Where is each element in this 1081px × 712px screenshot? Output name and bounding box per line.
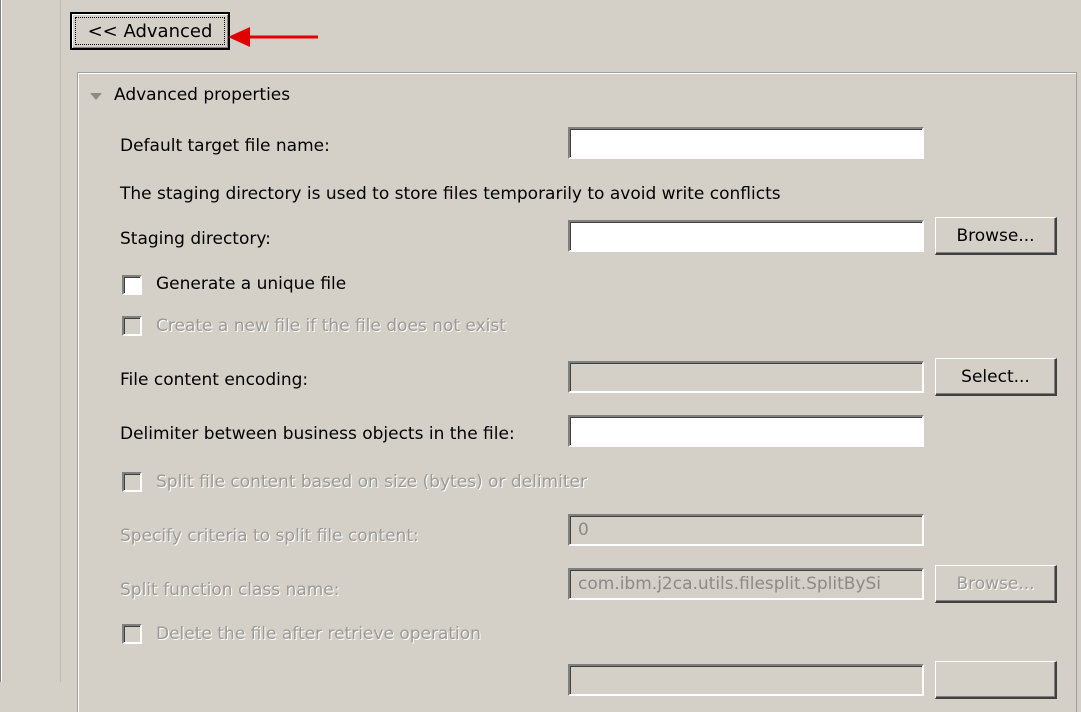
generate-unique-file-checkbox[interactable] [122, 275, 142, 295]
default-target-file-name-label: Default target file name: [120, 136, 330, 156]
split-criteria-label: Specify criteria to split file content: [120, 526, 419, 546]
advanced-properties-panel: << Advanced Advanced properties Default … [0, 0, 1081, 712]
generate-unique-file-label: Generate a unique file [156, 274, 347, 294]
delete-after-retrieve-checkbox[interactable] [122, 624, 142, 644]
file-content-encoding-input[interactable] [568, 361, 924, 393]
file-content-encoding-label: File content encoding: [120, 370, 309, 390]
delete-after-retrieve-label: Delete the file after retrieve operation [156, 624, 481, 644]
collapse-triangle-icon[interactable] [90, 92, 102, 100]
delimiter-label: Delimiter between business objects in th… [120, 424, 515, 444]
file-content-encoding-select-button[interactable]: Select... [935, 358, 1057, 396]
next-row-input-partial[interactable] [568, 664, 924, 696]
staging-directory-note: The staging directory is used to store f… [120, 184, 781, 204]
split-function-class-browse-button[interactable]: Browse... [935, 565, 1057, 603]
split-criteria-input[interactable]: 0 [568, 514, 924, 546]
delimiter-input[interactable] [568, 415, 924, 447]
staging-directory-browse-button[interactable]: Browse... [935, 217, 1057, 255]
split-function-class-input[interactable]: com.ibm.j2ca.utils.filesplit.SplitBySi [568, 568, 924, 600]
split-file-content-checkbox[interactable] [122, 472, 142, 492]
advanced-toggle-label: << Advanced [75, 17, 225, 45]
panel-left-border [0, 0, 2, 682]
create-new-file-label: Create a new file if the file does not e… [156, 316, 506, 336]
advanced-properties-header[interactable]: Advanced properties [90, 82, 290, 108]
create-new-file-checkbox[interactable] [122, 316, 142, 336]
red-arrow-annotation [228, 27, 318, 47]
staging-directory-input[interactable] [568, 220, 924, 252]
group-title: Advanced properties [114, 85, 291, 105]
default-target-file-name-input[interactable] [568, 127, 924, 159]
advanced-toggle-button[interactable]: << Advanced [70, 12, 230, 50]
staging-directory-label: Staging directory: [120, 229, 271, 249]
split-function-class-label: Split function class name: [120, 580, 340, 600]
next-row-button-partial[interactable] [935, 661, 1057, 699]
split-file-content-label: Split file content based on size (bytes)… [156, 472, 587, 492]
panel-separator [60, 0, 61, 682]
